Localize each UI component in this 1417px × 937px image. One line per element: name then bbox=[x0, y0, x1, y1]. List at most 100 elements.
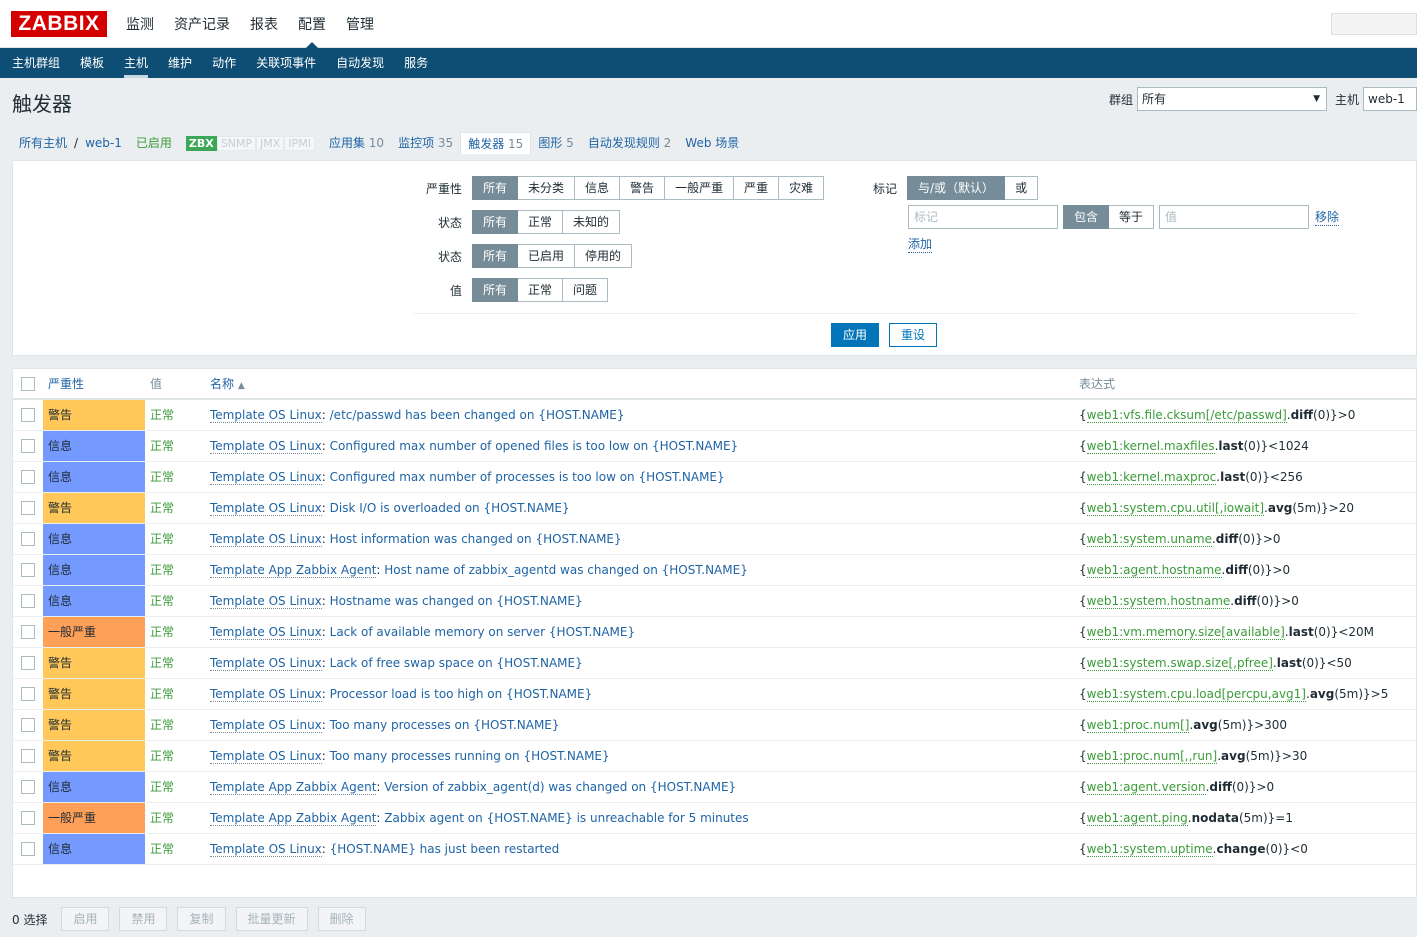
tab-items[interactable]: 监控项 35 bbox=[391, 132, 460, 154]
trigger-name-link[interactable]: Lack of available memory on server {HOST… bbox=[330, 625, 635, 639]
host-status-enabled[interactable]: 已启用 bbox=[129, 132, 179, 154]
trigger-name-link[interactable]: Too many processes running on {HOST.NAME… bbox=[330, 749, 610, 763]
reset-button[interactable]: 重设 bbox=[889, 323, 937, 347]
template-link[interactable]: Template OS Linux bbox=[210, 438, 322, 454]
row-checkbox[interactable] bbox=[21, 593, 35, 608]
name-header[interactable]: 名称 ▲ bbox=[205, 369, 1074, 400]
mass-update-button[interactable]: 批量更新 bbox=[235, 907, 308, 931]
submenu-maintenance[interactable]: 维护 bbox=[158, 48, 202, 78]
template-link[interactable]: Template App Zabbix Agent bbox=[210, 779, 377, 795]
item-key-link[interactable]: web1:agent.ping bbox=[1086, 810, 1188, 826]
status-disabled[interactable]: 停用的 bbox=[575, 244, 633, 268]
main-menu-reports[interactable]: 报表 bbox=[240, 0, 288, 48]
item-key-link[interactable]: web1:vm.memory.size[available] bbox=[1086, 624, 1285, 640]
select-all-checkbox[interactable] bbox=[21, 376, 35, 391]
item-key-link[interactable]: web1:kernel.maxfiles bbox=[1086, 438, 1215, 454]
submenu-discovery[interactable]: 自动发现 bbox=[326, 48, 394, 78]
submenu-templates[interactable]: 模板 bbox=[70, 48, 114, 78]
tab-applications-label[interactable]: 应用集 bbox=[329, 136, 365, 150]
trigger-name-link[interactable]: Lack of free swap space on {HOST.NAME} bbox=[330, 656, 583, 670]
row-checkbox[interactable] bbox=[21, 531, 35, 546]
tab-graphs-label[interactable]: 图形 bbox=[538, 136, 562, 150]
severity-average[interactable]: 一般严重 bbox=[665, 176, 735, 200]
tab-discovery-label[interactable]: 自动发现规则 bbox=[588, 136, 660, 150]
severity-header-link[interactable]: 严重性 bbox=[48, 377, 84, 391]
template-link[interactable]: Template OS Linux bbox=[210, 717, 322, 733]
trigger-name-link[interactable]: Hostname was changed on {HOST.NAME} bbox=[330, 594, 583, 608]
breadcrumb-all-hosts[interactable]: 所有主机 bbox=[12, 132, 74, 154]
template-link[interactable]: Template OS Linux bbox=[210, 407, 322, 423]
row-checkbox[interactable] bbox=[21, 624, 35, 639]
tag-name-input[interactable]: 标记 bbox=[908, 205, 1058, 229]
main-menu-configuration[interactable]: 配置 bbox=[288, 0, 336, 48]
item-key-link[interactable]: web1:kernel.maxproc bbox=[1086, 469, 1217, 485]
row-checkbox[interactable] bbox=[21, 748, 35, 763]
tab-triggers[interactable]: 触发器 15 bbox=[460, 132, 532, 154]
submenu-host-groups[interactable]: 主机群组 bbox=[2, 48, 70, 78]
row-checkbox[interactable] bbox=[21, 469, 35, 484]
item-key-link[interactable]: web1:vfs.file.cksum[/etc/passwd] bbox=[1086, 407, 1287, 423]
main-menu-inventory[interactable]: 资产记录 bbox=[164, 0, 240, 48]
trigger-name-link[interactable]: Zabbix agent on {HOST.NAME} is unreachab… bbox=[384, 811, 748, 825]
item-key-link[interactable]: web1:system.hostname bbox=[1086, 593, 1231, 609]
template-link[interactable]: Template OS Linux bbox=[210, 469, 322, 485]
tab-web-scenarios[interactable]: Web 场景 bbox=[678, 132, 746, 154]
status-enabled[interactable]: 已启用 bbox=[518, 244, 576, 268]
trigger-name-link[interactable]: Disk I/O is overloaded on {HOST.NAME} bbox=[330, 501, 570, 515]
template-link[interactable]: Template OS Linux bbox=[210, 500, 322, 516]
template-link[interactable]: Template OS Linux bbox=[210, 841, 322, 857]
template-link[interactable]: Template OS Linux bbox=[210, 593, 322, 609]
enable-button[interactable]: 启用 bbox=[61, 907, 110, 931]
value-ok[interactable]: 正常 bbox=[518, 278, 564, 302]
row-checkbox[interactable] bbox=[21, 438, 35, 453]
state-normal[interactable]: 正常 bbox=[518, 210, 564, 234]
trigger-name-link[interactable]: Version of zabbix_agent(d) was changed o… bbox=[384, 780, 736, 794]
trigger-name-link[interactable]: Configured max number of processes is to… bbox=[330, 470, 725, 484]
row-checkbox[interactable] bbox=[21, 408, 35, 422]
row-checkbox[interactable] bbox=[21, 779, 35, 794]
breadcrumb-host[interactable]: web-1 bbox=[78, 132, 129, 154]
zabbix-logo[interactable]: ZABBIX bbox=[11, 11, 107, 37]
row-checkbox[interactable] bbox=[21, 841, 35, 856]
row-checkbox[interactable] bbox=[21, 562, 35, 577]
state-all[interactable]: 所有 bbox=[472, 210, 519, 234]
row-checkbox[interactable] bbox=[21, 717, 35, 732]
submenu-correlation[interactable]: 关联项事件 bbox=[246, 48, 326, 78]
disable-button[interactable]: 禁用 bbox=[119, 907, 168, 931]
template-link[interactable]: Template OS Linux bbox=[210, 686, 322, 702]
item-key-link[interactable]: web1:proc.num[,,run] bbox=[1086, 748, 1218, 764]
severity-disaster[interactable]: 灾难 bbox=[779, 176, 825, 200]
severity-information[interactable]: 信息 bbox=[575, 176, 621, 200]
trigger-name-link[interactable]: Too many processes on {HOST.NAME} bbox=[330, 718, 560, 732]
submenu-actions[interactable]: 动作 bbox=[202, 48, 246, 78]
item-key-link[interactable]: web1:system.uname bbox=[1086, 531, 1212, 547]
tags-mode-or[interactable]: 或 bbox=[1005, 176, 1039, 200]
trigger-name-link[interactable]: Host information was changed on {HOST.NA… bbox=[330, 532, 622, 546]
submenu-services[interactable]: 服务 bbox=[394, 48, 438, 78]
apply-button[interactable]: 应用 bbox=[831, 323, 879, 347]
severity-header[interactable]: 严重性 bbox=[43, 369, 145, 400]
item-key-link[interactable]: web1:system.swap.size[,pfree] bbox=[1086, 655, 1273, 671]
template-link[interactable]: Template OS Linux bbox=[210, 531, 322, 547]
tag-op-equals[interactable]: 等于 bbox=[1109, 205, 1155, 229]
row-checkbox[interactable] bbox=[21, 686, 35, 701]
tag-op-contains[interactable]: 包含 bbox=[1063, 205, 1110, 229]
template-link[interactable]: Template App Zabbix Agent bbox=[210, 810, 377, 826]
name-header-link[interactable]: 名称 bbox=[210, 377, 234, 391]
template-link[interactable]: Template App Zabbix Agent bbox=[210, 562, 377, 578]
value-problem[interactable]: 问题 bbox=[563, 278, 609, 302]
severity-all[interactable]: 所有 bbox=[472, 176, 519, 200]
trigger-name-link[interactable]: Host name of zabbix_agentd was changed o… bbox=[384, 563, 748, 577]
severity-warning[interactable]: 警告 bbox=[620, 176, 666, 200]
tag-add-link[interactable]: 添加 bbox=[908, 235, 933, 253]
main-menu-monitoring[interactable]: 监测 bbox=[116, 0, 164, 48]
tab-triggers-label[interactable]: 触发器 bbox=[468, 137, 504, 151]
severity-not-classified[interactable]: 未分类 bbox=[518, 176, 576, 200]
item-key-link[interactable]: web1:proc.num[] bbox=[1086, 717, 1190, 733]
host-select[interactable]: web-1 bbox=[1363, 87, 1417, 111]
trigger-name-link[interactable]: {HOST.NAME} has just been restarted bbox=[330, 842, 560, 856]
tag-value-input[interactable]: 值 bbox=[1159, 205, 1310, 229]
state-unknown[interactable]: 未知的 bbox=[563, 210, 621, 234]
submenu-hosts[interactable]: 主机 bbox=[114, 48, 158, 78]
trigger-name-link[interactable]: Processor load is too high on {HOST.NAME… bbox=[330, 687, 593, 701]
